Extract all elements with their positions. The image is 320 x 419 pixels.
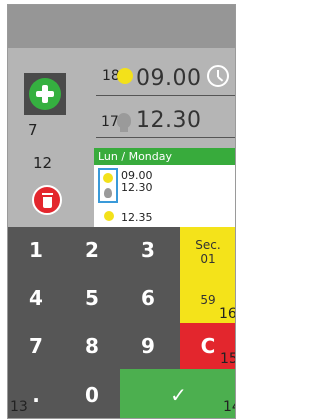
key-7[interactable]: 7 bbox=[8, 323, 64, 369]
sun-time[interactable]: 09.00 bbox=[136, 66, 201, 91]
timer-panel: 7 18 09.00 17 12.30 12 Lun / Monday 09.0… bbox=[8, 48, 235, 228]
key-1[interactable]: 1 bbox=[8, 227, 64, 273]
key-8[interactable]: 8 bbox=[64, 323, 120, 369]
sec-number-label: 16 bbox=[219, 306, 236, 322]
delete-number-label: 12 bbox=[33, 154, 53, 172]
sun-icon bbox=[104, 211, 114, 221]
add-button[interactable] bbox=[24, 73, 66, 115]
row2-divider bbox=[96, 137, 235, 138]
bulb-icon bbox=[104, 188, 112, 198]
add-number-label: 7 bbox=[28, 121, 38, 139]
check-icon: ✓ bbox=[170, 382, 187, 407]
schedule-header: Lun / Monday bbox=[94, 148, 235, 165]
clear-number-label: 15 bbox=[220, 351, 235, 367]
device-screen: 7 18 09.00 17 12.30 12 Lun / Monday 09.0… bbox=[7, 4, 236, 419]
key-3[interactable]: 3 bbox=[120, 227, 176, 273]
sun-icon bbox=[103, 173, 113, 183]
sec-value: 01 bbox=[200, 252, 216, 266]
delete-button[interactable] bbox=[32, 185, 62, 215]
top-bar bbox=[8, 5, 235, 48]
entry1-off-time: 12.30 bbox=[121, 181, 153, 194]
entry2-on-time[interactable]: 12.35 bbox=[121, 212, 153, 223]
key-decimal[interactable]: . bbox=[8, 369, 64, 418]
sec-key[interactable]: Sec. 01 bbox=[180, 227, 235, 277]
clock-icon[interactable] bbox=[207, 65, 229, 87]
app-frame: 7 18 09.00 17 12.30 12 Lun / Monday 09.0… bbox=[0, 0, 241, 419]
confirm-button[interactable]: ✓ bbox=[120, 369, 235, 418]
sec-value-2: 59 bbox=[200, 293, 216, 307]
sec-label: Sec. bbox=[195, 238, 221, 252]
key-6[interactable]: 6 bbox=[120, 275, 176, 321]
entry1-on-time: 09.00 bbox=[121, 169, 153, 182]
confirm-number-label: 14 bbox=[223, 399, 235, 415]
key-5[interactable]: 5 bbox=[64, 275, 120, 321]
key-2[interactable]: 2 bbox=[64, 227, 120, 273]
keypad: 1 2 3 Sec. 01 4 5 6 59 16 7 8 9 C 15 13 … bbox=[8, 227, 236, 418]
schedule-entry-selected[interactable] bbox=[98, 168, 118, 203]
plus-icon bbox=[29, 78, 61, 110]
bulb-time[interactable]: 12.30 bbox=[136, 108, 201, 133]
key-9[interactable]: 9 bbox=[120, 323, 176, 369]
key-4[interactable]: 4 bbox=[8, 275, 64, 321]
row1-divider bbox=[96, 95, 235, 96]
schedule-list: Lun / Monday 09.00 12.30 12.35 bbox=[94, 148, 235, 228]
key-0[interactable]: 0 bbox=[64, 369, 120, 418]
